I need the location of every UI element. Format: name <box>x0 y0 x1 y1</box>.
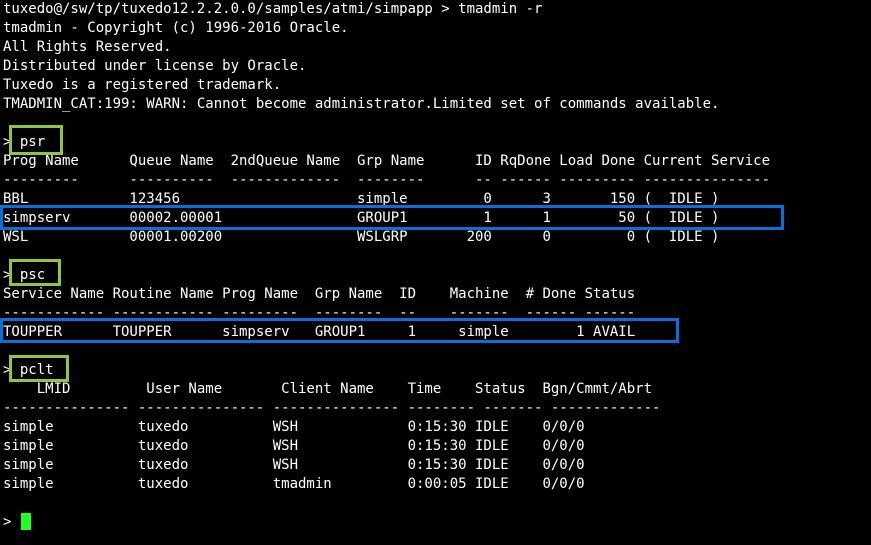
copyright-line: tmadmin - Copyright (c) 1996-2016 Oracle… <box>3 20 349 36</box>
psc-separator: ------------ ------------ --------- ----… <box>3 305 636 321</box>
warning-line: TMADMIN_CAT:199: WARN: Cannot become adm… <box>3 96 720 112</box>
rights-line: All Rights Reserved. <box>3 39 172 55</box>
trademark-line: Tuxedo is a registered trademark. <box>3 77 282 93</box>
pclt-row: simple tuxedo WSH 0:15:30 IDLE 0/0/0 <box>3 457 585 473</box>
shell-command-line: tuxedo@/sw/tp/tuxedo12.2.2.0.0/samples/a… <box>3 1 543 17</box>
license-line: Distributed under license by Oracle. <box>3 58 307 74</box>
pclt-row: simple tuxedo WSH 0:15:30 IDLE 0/0/0 <box>3 419 585 435</box>
pclt-row: simple tuxedo tmadmin 0:00:05 IDLE 0/0/0 <box>3 476 585 492</box>
pclt-separator: --------------- --------------- --------… <box>3 400 661 416</box>
psr-row: WSL 00001.00200 WSLGRP 200 0 0 ( IDLE ) <box>3 229 720 245</box>
final-prompt: > <box>3 514 12 530</box>
psr-row: simpserv 00002.00001 GROUP1 1 1 50 ( IDL… <box>3 210 720 226</box>
text-cursor[interactable] <box>21 513 31 530</box>
pclt-prompt: > pclt <box>3 362 54 378</box>
terminal-window[interactable]: tuxedo@/sw/tp/tuxedo12.2.2.0.0/samples/a… <box>0 0 871 545</box>
psc-prompt: > psc <box>3 267 46 283</box>
psc-row: TOUPPER TOUPPER simpserv GROUP1 1 simple… <box>3 324 636 340</box>
pclt-row: simple tuxedo WSH 0:15:30 IDLE 0/0/0 <box>3 438 585 454</box>
psr-header: Prog Name Queue Name 2ndQueue Name Grp N… <box>3 153 771 169</box>
pclt-header: LMID User Name Client Name Time Status B… <box>3 381 653 397</box>
psr-separator: --------- ---------- ------------- -----… <box>3 172 771 188</box>
psc-header: Service Name Routine Name Prog Name Grp … <box>3 286 636 302</box>
psr-prompt: > psr <box>3 134 46 150</box>
psr-row: BBL 123456 simple 0 3 150 ( IDLE ) <box>3 191 720 207</box>
